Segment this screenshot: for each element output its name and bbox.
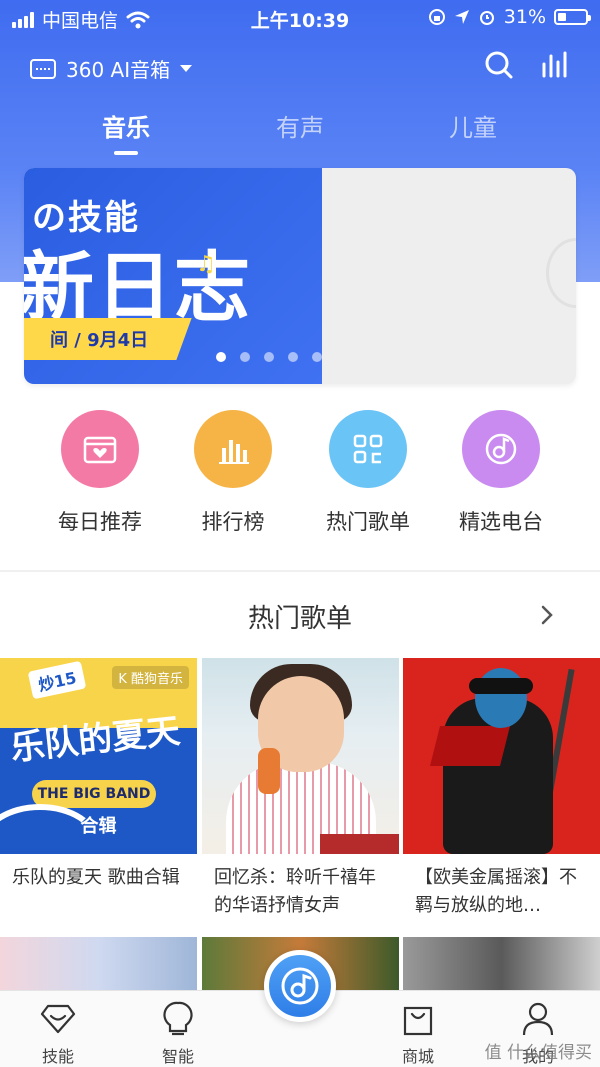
- playlist-card[interactable]: [0, 937, 197, 997]
- playlist-card[interactable]: [403, 937, 600, 997]
- quick-charts[interactable]: 排行榜: [168, 410, 298, 536]
- section-title: 热门歌单: [247, 604, 352, 634]
- radio-disc-icon: [462, 410, 540, 488]
- music-note-icon: ♫: [196, 252, 216, 277]
- playlist-title: 【欧美金属摇滚】不羁与放纵的地…: [415, 867, 577, 916]
- quick-radio[interactable]: 精选电台: [436, 410, 566, 536]
- tab-skills[interactable]: 技能: [8, 999, 108, 1067]
- pagination-dot[interactable]: [240, 352, 250, 362]
- section-divider: [0, 570, 600, 572]
- pagination-dot[interactable]: [216, 352, 226, 362]
- tab-label: 智能: [161, 1047, 194, 1066]
- chevron-right-icon: [541, 605, 553, 625]
- tab-label: 技能: [41, 1047, 74, 1066]
- quick-label: 精选电台: [459, 510, 543, 534]
- cover-art-goggles: [469, 678, 533, 694]
- screen: 中国电信 上午10:39 31% 360 AI音箱 音乐 有声 儿童 の技能 新…: [0, 0, 600, 1067]
- device-selector[interactable]: 360 AI音箱: [30, 54, 193, 83]
- tab-audio[interactable]: 有声: [260, 108, 340, 143]
- banner-ribbon: 间 / 9月4日: [24, 318, 192, 360]
- search-button[interactable]: [482, 48, 516, 82]
- user-icon: [518, 999, 558, 1039]
- alarm-icon: [479, 11, 494, 25]
- banner-pagination: [216, 352, 322, 362]
- playlist-card[interactable]: 【欧美金属摇滚】不羁与放纵的地…: [403, 658, 600, 918]
- device-name: 360 AI音箱: [66, 58, 171, 82]
- diamond-icon: [38, 999, 78, 1039]
- grid-list-icon: [329, 410, 407, 488]
- lightbulb-icon: [158, 999, 198, 1039]
- status-right: 31%: [428, 6, 591, 28]
- shopping-bag-icon: [398, 999, 438, 1039]
- cover-art-scarf: [320, 834, 399, 854]
- cover-art-cape: [430, 726, 510, 766]
- cover-art-face: [475, 668, 527, 728]
- now-playing-button[interactable]: [264, 950, 336, 1022]
- screen-lock-icon: [428, 9, 445, 25]
- playlist-title: 乐队的夏天 歌曲合辑: [12, 867, 180, 888]
- search-icon: [485, 51, 513, 79]
- category-tabs: 音乐 有声 儿童: [0, 108, 600, 158]
- banner-next-slide-edge: [546, 238, 576, 308]
- location-icon: [454, 10, 469, 24]
- tab-music[interactable]: 音乐: [86, 108, 166, 155]
- quick-label: 每日推荐: [58, 510, 142, 534]
- status-bar: 中国电信 上午10:39 31%: [0, 0, 600, 36]
- promo-banner[interactable]: の技能 新日志 ♫ 间 / 9月4日: [24, 168, 576, 384]
- calendar-heart-icon: [61, 410, 139, 488]
- music-disc-icon: [281, 967, 319, 1005]
- quick-actions: 每日推荐 排行榜 热门歌单 精选电台: [0, 410, 600, 545]
- playlist-card[interactable]: 炒15 K 酷狗音乐 乐队的夏天 THE BIG BAND 合辑 乐队的夏天 歌…: [0, 658, 197, 918]
- tab-kids[interactable]: 儿童: [433, 108, 513, 143]
- battery-percent: 31%: [503, 6, 546, 28]
- playlist-cover: [202, 658, 399, 854]
- equalizer-button[interactable]: [538, 48, 572, 82]
- playlist-cover: [403, 658, 600, 854]
- pagination-dot[interactable]: [288, 352, 298, 362]
- quick-label: 排行榜: [201, 510, 265, 534]
- playlist-cover: 炒15 K 酷狗音乐 乐队的夏天 THE BIG BAND 合辑: [0, 658, 197, 854]
- speaker-icon: [30, 58, 56, 79]
- tab-smart[interactable]: 智能: [128, 999, 228, 1067]
- quick-hot-playlists[interactable]: 热门歌单: [303, 410, 433, 536]
- pagination-dot[interactable]: [312, 352, 322, 362]
- tab-mall[interactable]: 商城: [368, 999, 468, 1067]
- tab-label: 商城: [401, 1047, 434, 1066]
- equalizer-icon: [542, 51, 567, 78]
- watermark: 值 什么值得买: [484, 1043, 592, 1063]
- playlist-title: 回忆杀：聆听千禧年的华语抒情女声: [214, 867, 376, 916]
- chevron-down-icon: [180, 65, 193, 72]
- battery-icon: [554, 9, 591, 25]
- section-more-button[interactable]: [534, 602, 560, 628]
- quick-daily-recommend[interactable]: 每日推荐: [35, 410, 165, 536]
- playlist-card[interactable]: 回忆杀：聆听千禧年的华语抒情女声: [202, 658, 399, 918]
- quick-label: 热门歌单: [326, 510, 410, 534]
- pagination-dot[interactable]: [264, 352, 274, 362]
- banner-date: 间 / 9月4日: [49, 330, 149, 351]
- cover-art-phone: [258, 748, 280, 794]
- bar-chart-icon: [194, 410, 272, 488]
- battery-fill: [558, 13, 566, 21]
- kugou-logo: K 酷狗音乐: [112, 666, 189, 689]
